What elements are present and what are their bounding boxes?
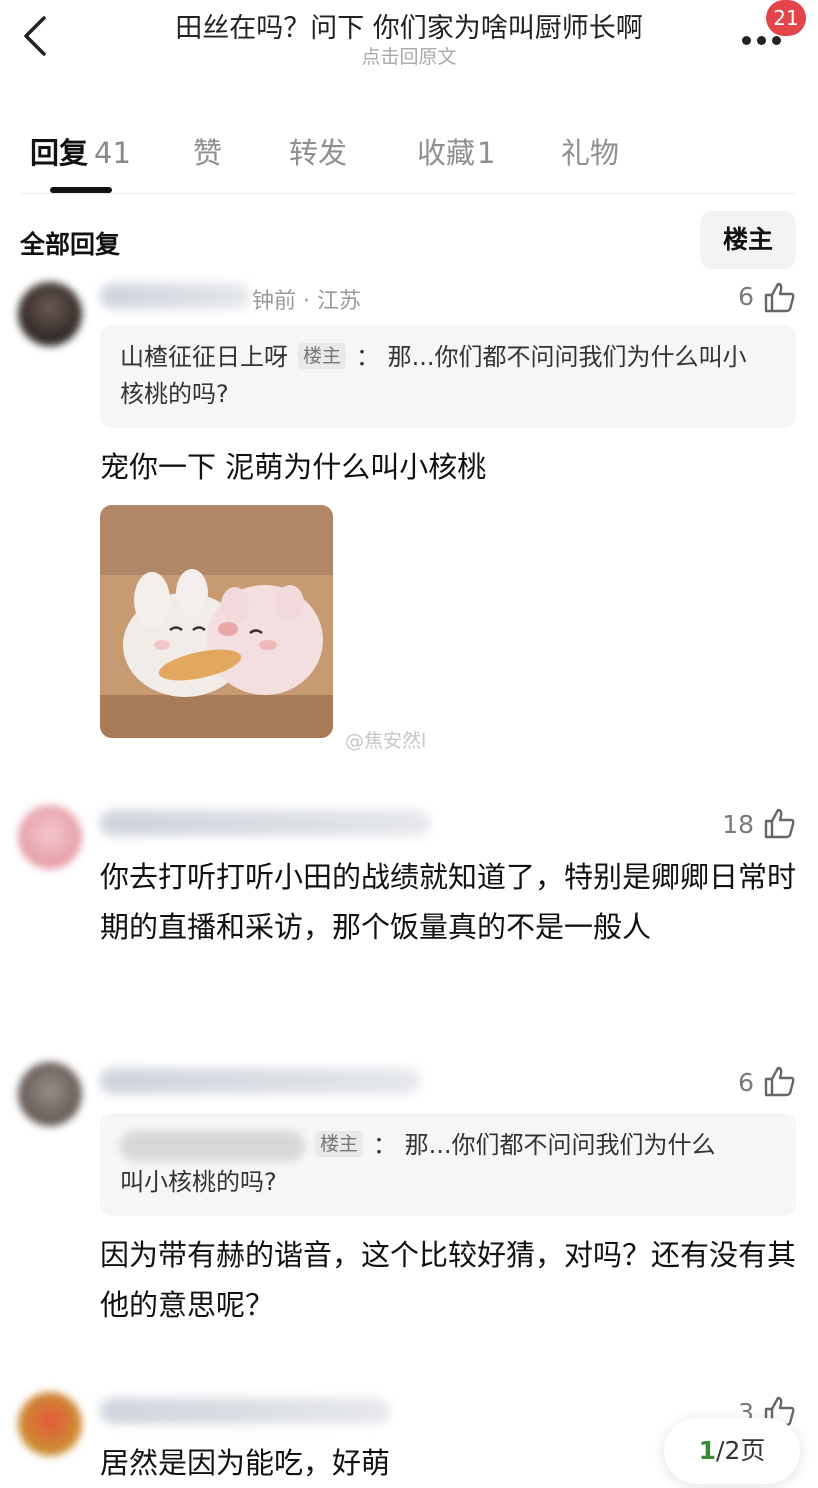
username-blurred[interactable] <box>100 810 430 836</box>
total-pages: /2页 <box>716 1436 766 1465</box>
avatar[interactable] <box>18 282 82 346</box>
quoted-reply[interactable]: 楼主 ： 那...你们都不问问我们为什么 叫小核桃的吗? <box>100 1113 796 1216</box>
post-title[interactable]: 田丝在吗？问下 你们家为啥叫厨师长啊 <box>120 6 698 45</box>
op-tag: 楼主 <box>315 1131 364 1157</box>
tab-label: 礼物 <box>561 136 620 170</box>
comment-text: 你去打听打听小田的战绩就知道了，特别是卿卿日常时期的直播和采访，那个饭量真的不是… <box>100 860 797 944</box>
like-button[interactable] <box>763 280 797 318</box>
op-filter-button[interactable]: 楼主 <box>700 211 796 269</box>
tab-favorites[interactable]: 收藏1 <box>417 130 495 172</box>
tab-count: 1 <box>477 136 496 170</box>
tab-replies[interactable]: 回复 41 <box>30 130 131 172</box>
tab-label: 转发 <box>289 136 348 170</box>
tab-likes[interactable]: 赞 <box>193 130 222 172</box>
thumbs-up-icon <box>764 1066 795 1097</box>
quote-separator: ： <box>356 343 381 371</box>
more-dot <box>772 36 781 45</box>
like-count: 18 <box>722 810 754 839</box>
avatar[interactable] <box>18 1392 82 1456</box>
like-count: 6 <box>738 1068 754 1097</box>
thumbs-up-icon <box>764 282 795 313</box>
page-indicator[interactable]: 1/2页 <box>664 1418 800 1484</box>
op-tag: 楼主 <box>298 343 347 369</box>
quoted-username[interactable]: 山楂征征日上呀 <box>120 343 288 371</box>
quote-separator: ： <box>373 1131 398 1159</box>
back-button[interactable] <box>18 14 58 58</box>
back-to-original-link[interactable]: 点击回原文 <box>120 42 698 69</box>
tab-label: 收藏 <box>417 136 476 170</box>
tab-label: 赞 <box>193 136 223 170</box>
avatar[interactable] <box>18 1062 82 1126</box>
quoted-text: 那...你们都不问问我们为什么 <box>404 1131 716 1159</box>
username-blurred[interactable] <box>100 1398 390 1424</box>
image-watermark: @焦安然l <box>345 730 427 752</box>
tab-divider <box>20 193 796 194</box>
comment-text: 宠你一下 泥萌为什么叫小核桃 <box>100 450 487 484</box>
tab-gifts[interactable]: 礼物 <box>561 130 619 172</box>
like-count: 6 <box>738 282 754 311</box>
quoted-text-continued: 叫小核桃的吗? <box>120 1168 277 1196</box>
comment-image[interactable] <box>100 505 333 738</box>
chevron-left-icon <box>24 16 46 56</box>
tab-count: 41 <box>94 136 131 170</box>
username-blurred[interactable] <box>100 283 250 309</box>
more-dots-icon <box>742 36 751 45</box>
more-dot <box>757 36 766 45</box>
thumbs-up-icon <box>764 808 795 839</box>
tab-label: 回复 <box>30 136 89 170</box>
tab-reposts[interactable]: 转发 <box>289 130 347 172</box>
notification-badge: 21 <box>766 0 806 36</box>
plush-toys-image <box>100 505 333 738</box>
quoted-reply-text: 楼主 ： 那...你们都不问问我们为什么 叫小核桃的吗? <box>120 1127 770 1201</box>
current-page: 1 <box>698 1436 717 1465</box>
comment-time-location: 钟前 · 江苏 <box>252 289 361 314</box>
section-title: 全部回复 <box>20 230 121 259</box>
like-button[interactable] <box>763 806 797 844</box>
comment-text: 因为带有赫的谐音，这个比较好猜，对吗？还有没有其他的意思呢？ <box>100 1238 797 1322</box>
quoted-reply-text: 山楂征征日上呀 楼主： 那...你们都不问问我们为什么叫小核桃的吗? <box>120 339 770 413</box>
like-button[interactable] <box>763 1064 797 1102</box>
avatar[interactable] <box>18 805 82 869</box>
username-blurred[interactable] <box>100 1068 420 1094</box>
quoted-reply[interactable]: 山楂征征日上呀 楼主： 那...你们都不问问我们为什么叫小核桃的吗? <box>100 325 796 428</box>
quoted-username-blurred[interactable] <box>120 1131 305 1161</box>
